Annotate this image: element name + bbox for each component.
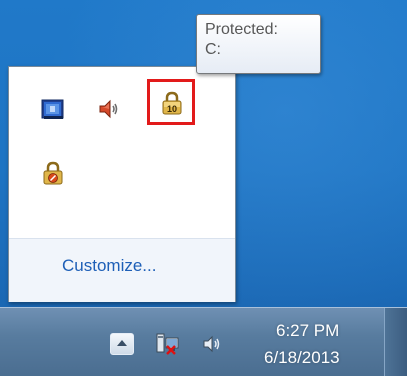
network-status-icon[interactable]: [155, 332, 181, 356]
show-desktop-button[interactable]: [384, 308, 407, 376]
taskbar: 6:27 PM 6/18/2013: [0, 307, 407, 376]
customize-link[interactable]: Customize...: [62, 256, 156, 276]
clock-date[interactable]: 6/18/2013: [264, 348, 340, 368]
network-app-icon[interactable]: [41, 97, 65, 121]
tooltip-line-2: C:: [205, 41, 221, 58]
chevron-up-icon: [117, 340, 127, 346]
volume-icon[interactable]: [201, 333, 225, 355]
desktop: Protected: C: 10 Customize... 6:27 PM 6/…: [0, 0, 407, 376]
speaker-icon[interactable]: [97, 97, 121, 121]
show-hidden-icons-button[interactable]: [110, 333, 134, 355]
tooltip: Protected: C:: [196, 14, 321, 74]
highlight-box: [147, 79, 195, 125]
lock-warning-icon[interactable]: [41, 161, 65, 185]
notification-overflow-popup: 10 Customize...: [8, 66, 236, 302]
clock-time[interactable]: 6:27 PM: [276, 321, 339, 341]
tooltip-line-1: Protected:: [205, 21, 278, 38]
